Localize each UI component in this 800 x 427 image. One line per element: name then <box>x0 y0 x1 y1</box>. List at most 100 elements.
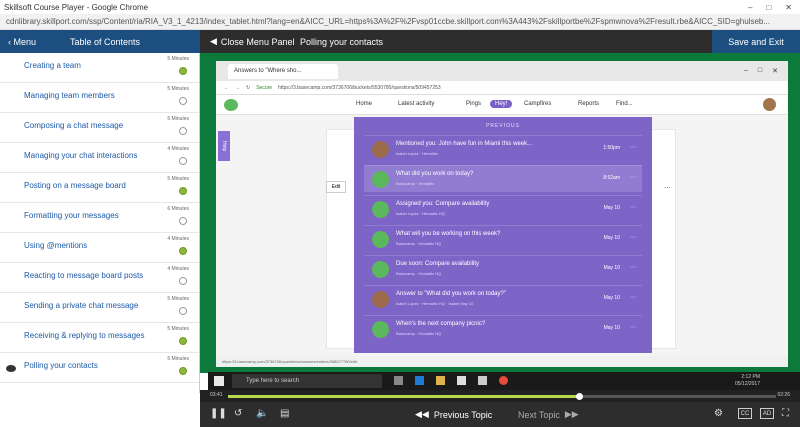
total-time: 02:26 <box>777 392 790 398</box>
notification-title: Assigned you: Compare availability <box>396 201 490 207</box>
notification-subtitle: Isabel Lopez · Hemaltic HQ · Isabel May … <box>396 301 474 306</box>
hey-panel-heading: PREVIOUS <box>486 123 520 129</box>
help-tab: Help <box>218 131 230 161</box>
screen-address-bar: ← → ↻ Secure https://3.basecamp.com/3736… <box>216 81 788 95</box>
basecamp-avatar-icon <box>372 231 389 248</box>
sidebar-footer <box>0 393 200 427</box>
completion-status-icon <box>179 157 187 165</box>
completion-status-icon <box>179 217 187 225</box>
more-options-icon: ⋯ <box>630 295 636 301</box>
notification-subtitle: Basecamp · Hemaltic <box>396 181 435 186</box>
toc-item-duration: 5 Minutes <box>167 176 189 182</box>
save-and-exit-button[interactable]: Save and Exit <box>712 30 800 53</box>
more-options-icon: ⋯ <box>630 175 636 181</box>
basecamp-avatar-icon <box>372 261 389 278</box>
elapsed-time: 03:41 <box>210 392 223 398</box>
hey-notification-row: Due soon: Compare availability Basecamp ·… <box>364 255 642 282</box>
double-chevron-right-icon: ▶▶ <box>564 409 579 419</box>
toc-item[interactable]: Using @mentions 4 Minutes <box>0 233 199 263</box>
hey-notification-row: When's the next company picnic? Basecamp … <box>364 315 642 342</box>
toc-item[interactable]: Managing your chat interactions 4 Minutes <box>0 143 199 173</box>
browser-title: Skillsoft Course Player - Google Chrome <box>4 2 149 12</box>
toc-item-duration: 5 Minutes <box>167 56 189 62</box>
edit-button: Edit <box>326 181 346 193</box>
transcript-icon[interactable]: ▤ <box>280 408 289 419</box>
nav-campfires: Campfires <box>524 101 552 107</box>
current-topic-marker-icon <box>6 365 16 372</box>
notification-date: May 10 <box>603 325 620 331</box>
toc-item[interactable]: Receiving & replying to messages 5 Minute… <box>0 323 199 353</box>
recorded-browser: Answers to "Where sho... – □ ✕ ← → ↻ Sec… <box>216 61 788 367</box>
store-icon <box>457 376 466 385</box>
next-topic-button[interactable]: Next Topic ▶▶ <box>518 409 579 420</box>
toc-item-duration: 5 Minutes <box>167 326 189 332</box>
notification-subtitle: Basecamp · Hemaltic HQ <box>396 331 442 336</box>
notification-subtitle: Basecamp · Hemaltic HQ <box>396 271 442 276</box>
toc-title: Table of Contents <box>70 36 141 47</box>
toc-item[interactable]: Composing a chat message 5 Minutes <box>0 113 199 143</box>
hey-notification-row: Mentioned you: John have fun in Miami th… <box>364 135 642 162</box>
toc-item[interactable]: Managing team members 5 Minutes <box>0 83 199 113</box>
toc-item-duration: 5 Minutes <box>167 296 189 302</box>
toc-item-label: Managing team members <box>24 91 115 100</box>
toc-item-duration: 5 Minutes <box>167 86 189 92</box>
nav-home: Home <box>356 101 373 107</box>
menu-button[interactable]: ‹ Menu <box>0 37 60 47</box>
notification-subtitle: Isabel Lopez · Hemaltic <box>396 151 438 156</box>
completion-status-icon <box>179 97 187 105</box>
progress-handle[interactable] <box>575 393 583 400</box>
fullscreen-icon[interactable]: ⛶ <box>782 408 789 419</box>
menu-header: ‹ Menu Table of Contents <box>0 30 200 53</box>
player-top-bar: ‹ Menu Table of Contents ◀ Close Menu Pa… <box>0 30 800 53</box>
notification-title: What did you work on today? <box>396 171 474 177</box>
basecamp-avatar-icon <box>372 321 389 338</box>
toc-item[interactable]: Creating a team 5 Minutes <box>0 53 199 83</box>
windows-start-icon <box>214 376 224 386</box>
taskbar-clock: 2:12 PM 05/12/2017 <box>734 374 760 387</box>
toc-item[interactable]: Sending a private chat message 5 Minutes <box>0 293 199 323</box>
closed-captions-button[interactable]: CC <box>738 408 752 419</box>
notification-title: Mentioned you: John have fun in Miami th… <box>396 141 533 147</box>
toc-item[interactable]: Formatting your messages 6 Minutes <box>0 203 199 233</box>
progress-track[interactable] <box>228 393 776 400</box>
audio-description-button[interactable]: AD <box>760 408 774 419</box>
player-controls: ❚❚ ↺ 🔈 ▤ ◀◀ Previous Topic Next Topic ▶▶… <box>200 402 800 427</box>
notification-subtitle: Isabel Lopez · Hemaltic HQ <box>396 211 445 216</box>
current-topic-title: Polling your contacts <box>300 36 384 47</box>
settings-gear-icon[interactable]: ⚙ <box>714 408 723 419</box>
previous-topic-button[interactable]: ◀◀ Previous Topic <box>415 409 492 420</box>
toc-item-label: Polling your contacts <box>24 361 98 370</box>
more-options-icon: ⋯ <box>630 205 636 211</box>
maximize-icon: □ <box>757 67 763 74</box>
nav-latest-activity: Latest activity <box>398 101 435 107</box>
toc-item[interactable]: Posting on a message board 5 Minutes <box>0 173 199 203</box>
basecamp-avatar-icon <box>372 201 389 218</box>
browser-url: cdnlibrary.skillport.com/ssp/Content/ria… <box>6 17 771 26</box>
close-icon[interactable]: ✕ <box>785 3 792 12</box>
replay-icon[interactable]: ↺ <box>234 408 242 419</box>
notification-date: May 10 <box>603 295 620 301</box>
reload-icon: ↻ <box>246 84 251 91</box>
notification-title: Answer to "What did you work on today?" <box>396 291 506 297</box>
double-chevron-left-icon: ◀◀ <box>415 409 429 419</box>
volume-icon[interactable]: 🔈 <box>256 408 268 419</box>
more-options-icon: ⋯ <box>630 265 636 271</box>
video-progress[interactable]: 03:41 02:26 <box>200 390 800 402</box>
close-menu-panel-button[interactable]: ◀ Close Menu Panel <box>210 30 294 53</box>
hey-notification-row: Assigned you: Compare availability Isabel… <box>364 195 642 222</box>
toc-item-duration: 6 Minutes <box>167 206 189 212</box>
close-icon: ✕ <box>772 68 778 75</box>
toc-item-label: Reacting to message board posts <box>24 271 144 280</box>
browser-address-bar[interactable]: cdnlibrary.skillport.com/ssp/Content/ria… <box>0 14 800 30</box>
nav-hey: Hey! <box>490 100 513 108</box>
double-chevron-left-icon: ◀ <box>210 36 217 46</box>
completion-status-icon <box>179 277 187 285</box>
windows-taskbar: Type here to search 2:12 PM 05/12/2017 <box>208 372 800 390</box>
forward-icon: → <box>235 84 240 91</box>
pause-icon[interactable]: ❚❚ <box>210 408 227 419</box>
back-icon: ← <box>224 84 229 91</box>
minimize-icon[interactable]: – <box>748 3 752 12</box>
toc-item[interactable]: Reacting to message board posts 4 Minutes <box>0 263 199 293</box>
toc-item[interactable]: Polling your contacts 5 Minutes <box>0 353 199 383</box>
maximize-icon[interactable]: □ <box>766 3 771 12</box>
